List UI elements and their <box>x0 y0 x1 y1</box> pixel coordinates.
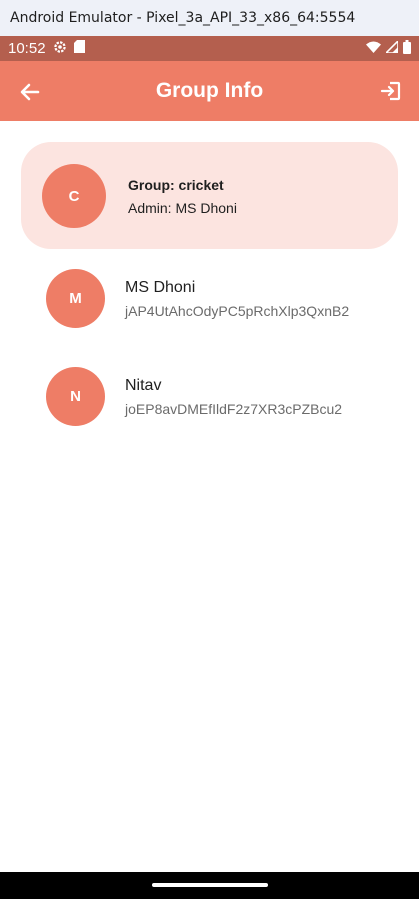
settings-gear-icon <box>53 40 67 58</box>
app-bar: Group Info <box>0 61 419 121</box>
wifi-icon <box>366 40 381 57</box>
member-name: Nitav <box>125 377 162 394</box>
battery-icon <box>403 39 411 58</box>
arrow-back-icon[interactable] <box>18 80 42 104</box>
status-bar: 10:52 <box>0 36 419 61</box>
gesture-handle[interactable] <box>152 883 268 887</box>
member-list-item[interactable]: N Nitav joEP8avDMEfIldF2z7XR3cPZBcu2 <box>0 357 419 437</box>
window-title-text: Android Emulator - Pixel_3a_API_33_x86_6… <box>10 10 356 26</box>
status-time: 10:52 <box>8 40 46 57</box>
member-uid: joEP8avDMEfIldF2z7XR3cPZBcu2 <box>125 401 343 417</box>
page-title: Group Info <box>155 79 264 102</box>
group-name: Group: cricket <box>128 177 224 193</box>
system-navigation-bar <box>0 872 419 899</box>
sd-card-icon <box>73 40 85 57</box>
member-name: MS Dhoni <box>125 279 196 296</box>
exit-icon[interactable] <box>379 79 403 103</box>
cell-signal-icon <box>384 39 399 57</box>
member-avatar: N <box>46 367 105 426</box>
emulator-window-title: Android Emulator - Pixel_3a_API_33_x86_6… <box>0 0 419 36</box>
group-info-card: C Group: cricket Admin: MS Dhoni <box>21 142 398 249</box>
member-uid: jAP4UtAhcOdyPC5pRchXlp3QxnB2 <box>125 303 350 319</box>
member-list-item[interactable]: M MS Dhoni jAP4UtAhcOdyPC5pRchXlp3QxnB2 <box>0 259 419 339</box>
group-avatar: C <box>42 164 106 228</box>
member-avatar: M <box>46 269 105 328</box>
group-admin: Admin: MS Dhoni <box>128 200 237 216</box>
